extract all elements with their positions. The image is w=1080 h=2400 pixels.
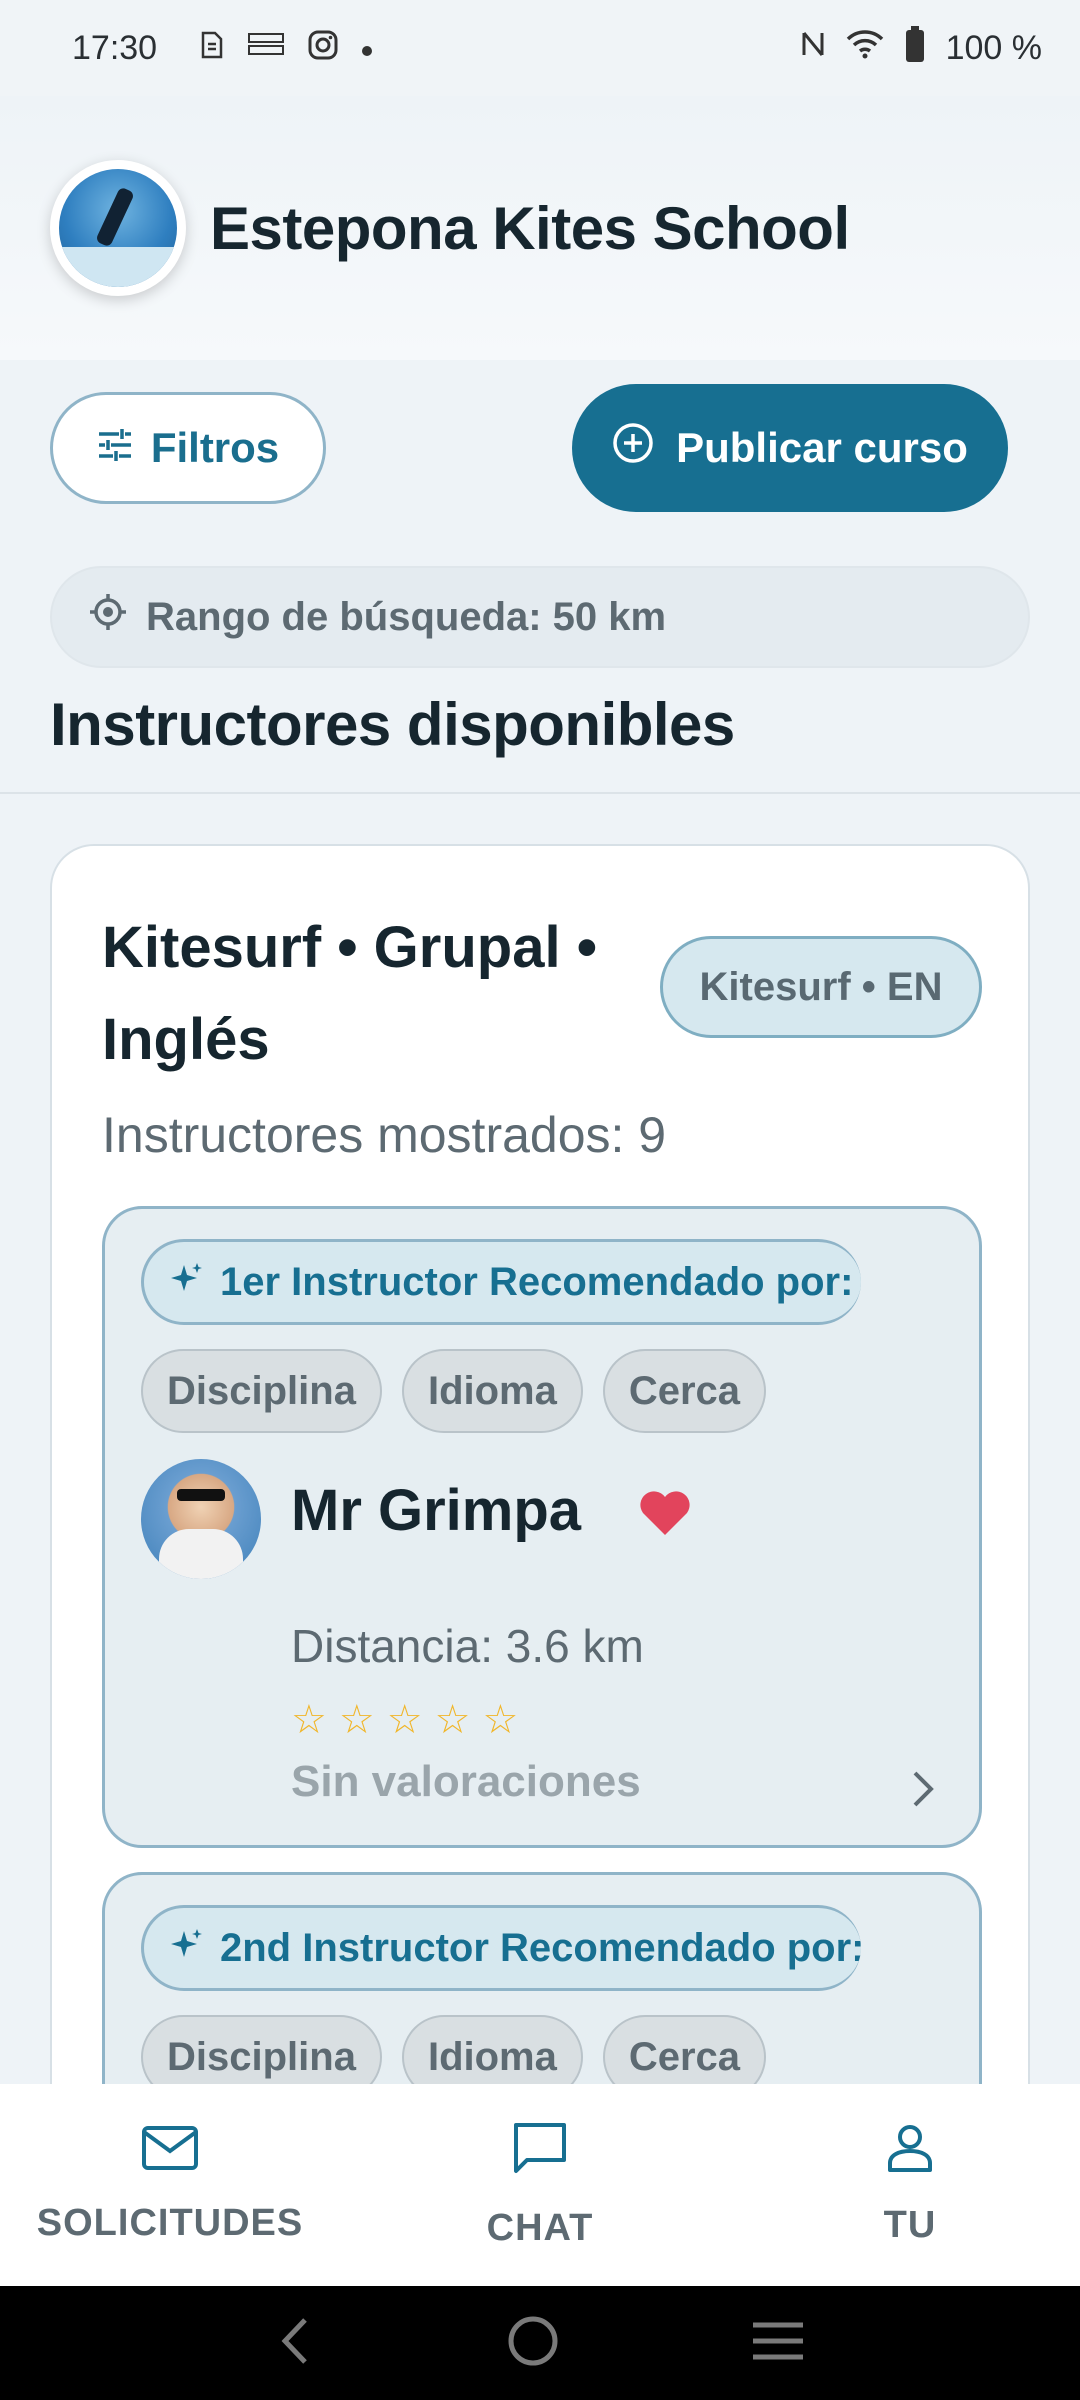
school-logo[interactable] [50, 160, 186, 296]
dot-icon [361, 33, 373, 64]
battery-icon [904, 25, 926, 72]
sparkle-icon [170, 1260, 204, 1305]
nav-chat[interactable]: CHAT [340, 2084, 740, 2286]
instructor-card[interactable]: 1er Instructor Recomendado por: Discipli… [102, 1206, 982, 1848]
nav-profile-label: TU [883, 2204, 937, 2246]
chevron-right-icon[interactable] [903, 1769, 943, 1809]
favorite-heart-icon[interactable] [637, 1485, 693, 1541]
person-icon [885, 2123, 935, 2178]
star-icon: ☆ [291, 1698, 327, 1742]
instructor-avatar [141, 1459, 261, 1579]
course-card[interactable]: Kitesurf • Grupal • Inglés Kitesurf • EN… [50, 844, 1030, 2144]
battery-level: 100 % [945, 28, 1042, 67]
location-target-icon [88, 592, 128, 642]
recommendation-text: 2nd Instructor Recomendado por: [220, 1925, 861, 1970]
tune-icon [97, 424, 133, 472]
rating-stars: ☆ ☆ ☆ ☆ ☆ [291, 1697, 518, 1743]
chat-icon [511, 2120, 569, 2181]
system-navigation-bar [0, 2286, 1080, 2400]
wifi-icon [846, 29, 884, 68]
tag-language: Idioma [401, 1349, 583, 1433]
search-range-label: Rango de búsqueda: 50 km [146, 594, 667, 639]
instructors-shown-count: Instructores mostrados: 9 [102, 1107, 667, 1163]
app-header: Estepona Kites School [0, 96, 1080, 360]
status-time: 17:30 [72, 28, 158, 67]
star-icon: ☆ [482, 1698, 519, 1742]
back-icon[interactable] [275, 2316, 315, 2371]
ratings-text: Sin valoraciones [291, 1757, 641, 1806]
course-badge: Kitesurf • EN [660, 936, 982, 1038]
publish-course-button[interactable]: Publicar curso [572, 384, 1008, 512]
mail-icon [141, 2125, 199, 2176]
sim-icon [197, 30, 225, 67]
star-icon: ☆ [386, 1698, 423, 1742]
recommendation-text: 1er Instructor Recomendado por: [220, 1259, 854, 1304]
instructor-name: Mr Grimpa [291, 1478, 582, 1543]
system-icons: 100 % [800, 25, 1042, 72]
divider [0, 792, 1080, 794]
nav-requests-label: SOLICITUDES [36, 2202, 304, 2244]
instructor-distance: Distancia: 3.6 km [291, 1620, 644, 1672]
publish-label: Publicar curso [676, 424, 968, 471]
star-icon: ☆ [338, 1698, 375, 1742]
home-icon[interactable] [506, 2314, 560, 2373]
recommendation-pill: 1er Instructor Recomendado por: [141, 1239, 861, 1325]
course-title: Kitesurf • Grupal • Inglés [102, 915, 598, 1072]
tag-nearby: Cerca [602, 1349, 767, 1433]
nav-chat-label: CHAT [486, 2207, 594, 2249]
temu-icon [247, 30, 285, 67]
filters-label: Filtros [150, 424, 280, 471]
recommendation-pill: 2nd Instructor Recomendado por: [141, 1905, 861, 1991]
add-circle-icon [612, 422, 654, 474]
section-title: Instructores disponibles [50, 691, 735, 758]
bottom-navigation: SOLICITUDES CHAT TU [0, 2084, 1080, 2286]
school-title: Estepona Kites School [210, 194, 850, 262]
status-bar: 17:30 100 % [0, 0, 1080, 96]
nav-requests[interactable]: SOLICITUDES [0, 2084, 340, 2286]
recommendation-tags: Disciplina Idioma Cerca [141, 1349, 767, 1433]
notification-icons [197, 29, 373, 68]
instagram-icon [307, 29, 339, 68]
tag-discipline: Disciplina [141, 1349, 382, 1433]
sparkle-icon [170, 1926, 204, 1971]
filters-button[interactable]: Filtros [50, 392, 326, 504]
nfc-icon [800, 29, 826, 68]
search-range-chip[interactable]: Rango de búsqueda: 50 km [50, 566, 1030, 668]
recents-icon[interactable] [751, 2319, 805, 2368]
star-icon: ☆ [434, 1698, 471, 1742]
nav-profile[interactable]: TU [740, 2084, 1080, 2286]
